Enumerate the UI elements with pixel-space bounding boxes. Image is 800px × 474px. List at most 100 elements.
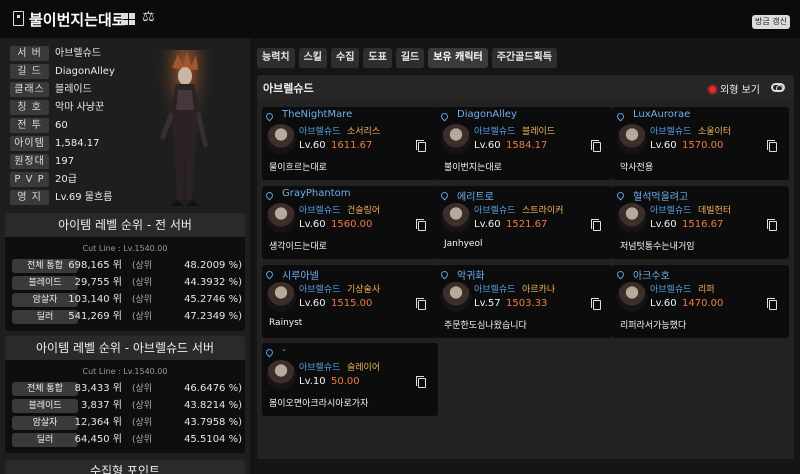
character-name[interactable]: 시루아넬 [282,267,319,282]
avatar [441,124,471,154]
character-level: Lv.60 [650,219,677,230]
tab-skills[interactable]: 스킬 [298,48,328,68]
copy-icon[interactable] [767,298,777,310]
character-name[interactable]: LuxAurorae [633,109,690,120]
character-item-level: 1470.00 [682,298,724,309]
toggle-icon[interactable] [771,83,785,92]
character-guild: 생각이드는대로 [269,242,327,252]
character-guild: Janhyeol [444,239,483,249]
rank-percent: 45.2746 %) [184,294,242,305]
rank-position: 12,364 위 [74,417,122,428]
info-label: P V P [10,172,49,187]
avatar [441,282,471,312]
rank-position: 698,165 위 [68,260,122,271]
rank-label: 전체 통합 [12,382,78,396]
copy-icon[interactable] [591,298,601,310]
rank-prefix: (상위 [132,418,153,428]
pin-icon [264,347,275,358]
appearance-view-button[interactable]: 외형 보기 [709,81,760,96]
character-name[interactable]: - [282,345,286,356]
character-item-level: 1521.67 [506,219,548,230]
info-label: 아이템 [10,136,49,151]
copy-icon[interactable] [416,298,426,310]
tab-charts[interactable]: 도표 [363,48,392,68]
server-name: 아브렐슈드 [263,82,314,95]
rank-server-title: 아이템 레벨 순위 - 아브렐슈드 서버 [5,336,245,360]
character-card[interactable]: LuxAurorae 아브렐슈드 소울이터 Lv.60 1570.00 악사전용 [613,107,789,180]
character-name[interactable]: GrayPhantom [282,188,351,199]
character-server: 아브렐슈드 [299,285,341,295]
character-name[interactable]: 악귀화 [457,267,485,282]
character-server: 아브렐슈드 [474,285,516,295]
character-name[interactable]: 혈석먹을려고 [633,188,688,203]
rank-percent: 43.8214 %) [184,400,242,411]
character-name[interactable]: 에리트로 [457,188,494,203]
character-card[interactable]: 에리트로 아브렐슈드 스트라이커 Lv.60 1521.67 Janhyeol [437,186,613,259]
rank-row: 블레이드 3,837 위 (상위 43.8214 %) [10,399,242,413]
rank-prefix: (상위 [132,261,153,271]
profile-panel: 서 버 아브렐슈드 길 드 DiagonAlley 클래스 블레이드 칭 호 악… [0,38,250,474]
avatar [617,203,647,233]
tab-stats[interactable]: 능력치 [257,48,295,68]
character-level: Lv.10 [299,376,326,387]
grid-icon[interactable] [121,13,135,25]
tab-weekly-gold[interactable]: 주간골드획득 [491,48,557,68]
character-card[interactable]: DiagonAlley 아브렐슈드 블레이드 Lv.60 1584.17 불이번… [437,107,613,180]
character-guild: 악사전용 [620,163,654,173]
copy-icon[interactable] [416,376,426,388]
character-name[interactable]: TheNightMare [282,109,352,120]
character-card[interactable]: 시루아넬 아브렐슈드 기상술사 Lv.60 1515.00 Rainyst [262,265,438,338]
character-card[interactable]: TheNightMare 아브렐슈드 소서리스 Lv.60 1611.67 물이… [262,107,438,180]
rank-percent: 43.7958 %) [184,417,242,428]
character-server: 아브렐슈드 [650,127,692,137]
character-guild: Rainyst [269,318,303,328]
copy-icon[interactable] [416,219,426,231]
pin-icon [264,111,275,122]
bookmark-icon[interactable] [13,11,24,26]
info-value: DiagonAlley [55,66,115,77]
character-class: 슬레이어 [347,363,381,373]
copy-icon[interactable] [767,219,777,231]
character-level: Lv.60 [474,219,501,230]
refresh-button[interactable]: 방금 갱신 [752,15,790,29]
collect-points-title: 수집형 포인트 [5,460,245,474]
rank-label: 암살자 [12,416,78,430]
rank-row: 딜러 64,450 위 (상위 45.5104 %) [10,433,242,447]
copy-icon[interactable] [591,219,601,231]
info-label: 서 버 [10,46,49,61]
character-card[interactable]: - 아브렐슈드 슬레이어 Lv.10 50.00 봄이오면아크라시아로가자 [262,343,438,416]
character-name[interactable]: DiagonAlley [457,109,517,120]
character-card[interactable]: 아크수호 아브렐슈드 리퍼 Lv.60 1470.00 리퍼라서가능했다 [613,265,789,338]
character-name[interactable]: 아크수호 [633,267,670,282]
character-guild: 리퍼라서가능했다 [620,321,687,331]
character-item-level: 1516.67 [682,219,724,230]
character-item-level: 1584.17 [506,140,548,151]
character-card[interactable]: GrayPhantom 아브렐슈드 건슬링어 Lv.60 1560.00 생각이… [262,186,438,259]
character-card[interactable]: 악귀화 아브렐슈드 아르카나 Lv.57 1503.33 주문한도심나왔습니다 [437,265,613,338]
character-server: 아브렐슈드 [650,285,692,295]
tab-collection[interactable]: 수집 [331,48,360,68]
character-level: Lv.60 [299,219,326,230]
rank-position: 29,755 위 [74,277,122,288]
info-value: 아브렐슈드 [55,48,101,59]
pin-icon [439,111,450,122]
rank-all-cutline: Cut Line : Lv.1540.00 [82,244,168,253]
rank-row: 딜러 541,269 위 (상위 47.2349 %) [10,310,242,324]
copy-icon[interactable] [767,140,777,152]
avatar [266,203,296,233]
copy-icon[interactable] [416,140,426,152]
copy-icon[interactable] [591,140,601,152]
character-card[interactable]: 혈석먹을려고 아브렐슈드 데빌헌터 Lv.60 1516.67 저넘텃통수는내거… [613,186,789,259]
scale-icon[interactable]: ⚖ [142,9,155,25]
character-class: 스트라이커 [522,206,564,216]
info-label: 전 투 [10,118,49,133]
tab-owned-characters[interactable]: 보유 캐릭터 [428,48,488,68]
character-guild: 봄이오면아크라시아로가자 [269,399,369,409]
rank-position: 3,837 위 [80,400,122,411]
character-level: Lv.60 [650,298,677,309]
pin-icon [615,190,626,201]
rank-position: 64,450 위 [74,434,122,445]
tab-guild[interactable]: 길드 [395,48,425,68]
rank-percent: 46.6476 %) [184,383,242,394]
character-item-level: 1515.00 [331,298,373,309]
